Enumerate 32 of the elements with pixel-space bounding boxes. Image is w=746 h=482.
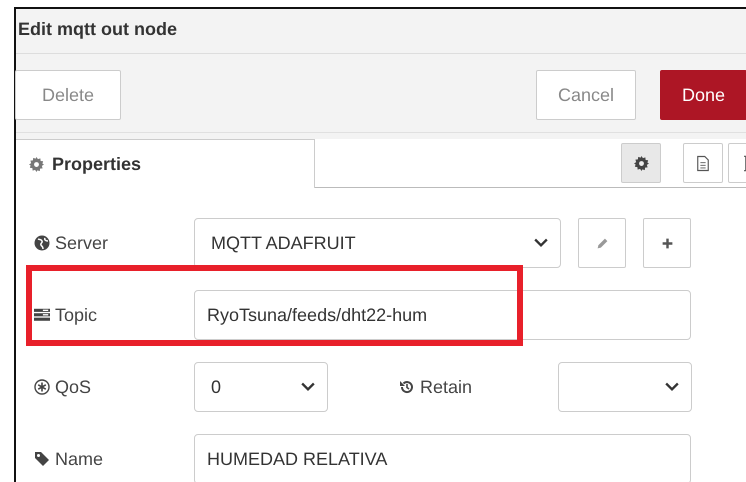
topic-label: Topic: [55, 304, 98, 326]
gear-icon: [634, 156, 648, 170]
add-button[interactable]: [643, 218, 691, 268]
gear-icon: [29, 156, 44, 172]
cancel-button[interactable]: Cancel: [536, 70, 636, 120]
document-tab[interactable]: [683, 143, 723, 183]
chevron-down-icon: [301, 382, 315, 392]
chevron-down-icon: [534, 238, 548, 248]
retain-select[interactable]: [558, 362, 692, 412]
document-icon: [696, 154, 710, 172]
server-label: Server: [55, 232, 108, 254]
tasks-icon: [34, 307, 50, 323]
server-select[interactable]: MQTT ADAFRUIT: [194, 218, 561, 268]
properties-tab[interactable]: Properties: [16, 139, 315, 188]
name-label: Name: [55, 448, 104, 470]
window-title: Edit mqtt out node: [16, 9, 746, 54]
retain-label: Retain: [420, 376, 472, 398]
plus-icon: [660, 236, 674, 250]
topic-field[interactable]: RyoTsuna/feeds/dht22-hum: [194, 290, 691, 340]
tag-icon: [34, 451, 50, 467]
asterisk-icon: [34, 379, 50, 395]
qos-label: QoS: [55, 376, 92, 398]
edit-button[interactable]: [578, 218, 626, 268]
name-field[interactable]: HUMEDAD RELATIVA: [194, 434, 691, 482]
globe-icon: [34, 235, 50, 251]
pencil-icon: [596, 236, 608, 250]
chevron-down-icon: [665, 382, 679, 392]
settings-tab[interactable]: [621, 143, 661, 183]
done-button[interactable]: Done: [660, 70, 746, 120]
delete-button[interactable]: Delete: [15, 70, 121, 120]
qos-select[interactable]: 0: [194, 362, 328, 412]
history-icon: [399, 379, 415, 395]
